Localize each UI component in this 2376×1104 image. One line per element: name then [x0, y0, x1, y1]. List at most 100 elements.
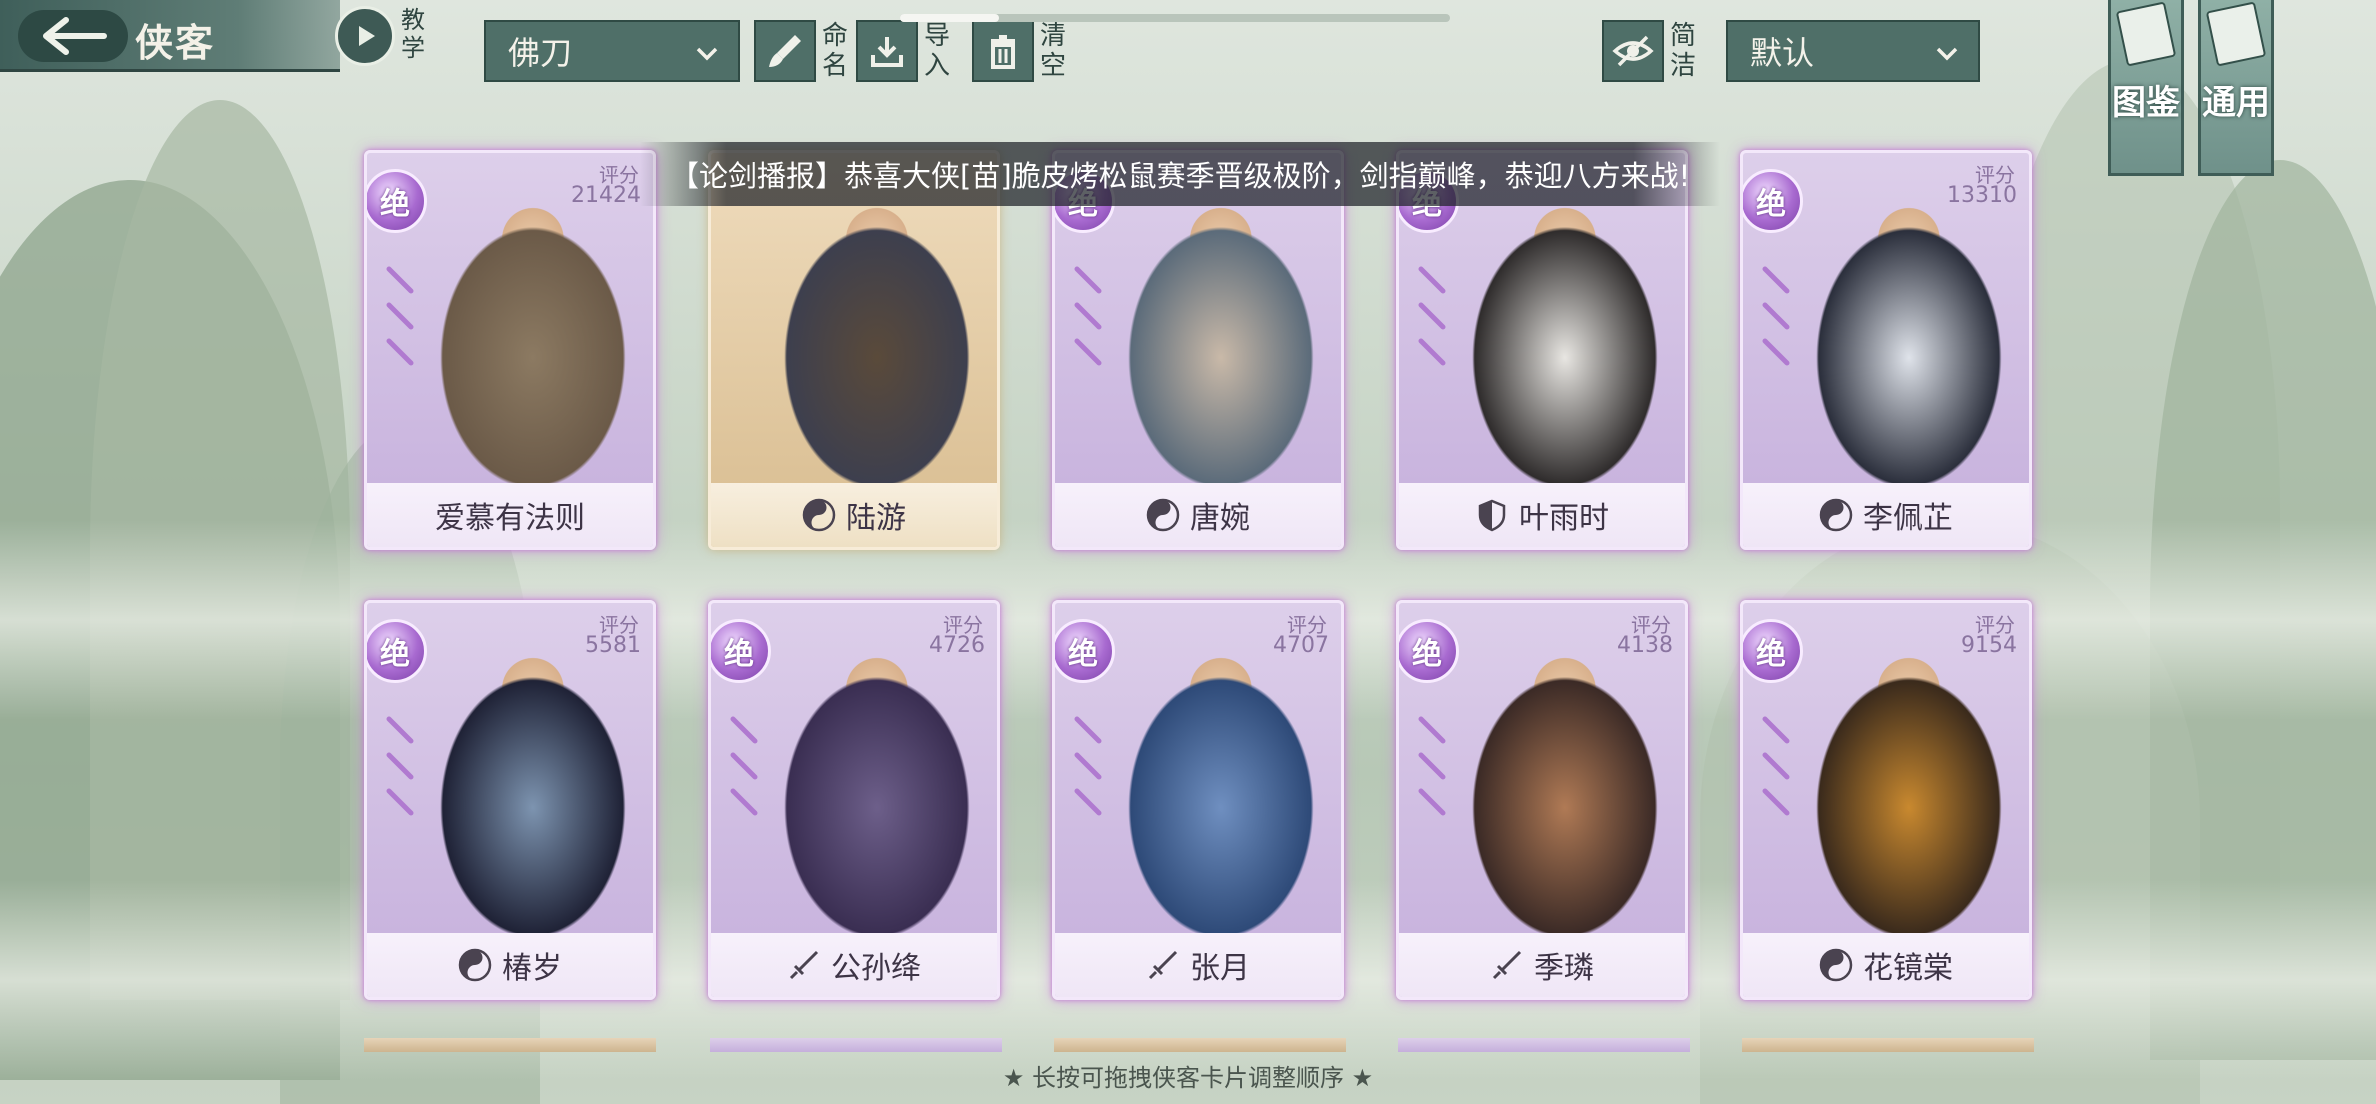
- hero-name-bar: 唐婉: [1055, 483, 1341, 547]
- score-value: 21424: [571, 183, 641, 208]
- hero-name: 公孙绛: [831, 951, 921, 986]
- hero-card[interactable]: 绝叶雨时: [1396, 150, 1688, 550]
- school-filter-dropdown[interactable]: 佛刀: [484, 20, 740, 82]
- rarity-badge: 绝: [711, 619, 771, 683]
- page-title: 侠客: [135, 21, 216, 65]
- rank-swords-icon: [386, 716, 414, 816]
- book-icon: [2115, 1, 2177, 67]
- rank-swords-icon: [386, 266, 414, 366]
- hero-card[interactable]: 绝评分 21424 爱慕有法则: [364, 150, 656, 550]
- rarity-badge: 绝: [1743, 619, 1803, 683]
- download-icon: [856, 20, 918, 82]
- hero-name: 张月: [1190, 951, 1250, 986]
- taiji-icon: [802, 498, 836, 532]
- clear-button[interactable]: 清空: [972, 20, 1070, 82]
- rarity-badge: 绝: [367, 619, 427, 683]
- hero-card[interactable]: 绝评分 13310 李佩芷: [1740, 150, 2032, 550]
- card-row-partial: [710, 1038, 1002, 1052]
- rank-swords-icon: [730, 716, 758, 816]
- rank-swords-icon: [1418, 266, 1446, 366]
- rarity-badge: 绝: [367, 169, 427, 233]
- hero-name-bar: 叶雨时: [1399, 483, 1685, 547]
- header-bar: 侠客: [0, 0, 340, 72]
- hero-name: 爱慕有法则: [435, 501, 585, 536]
- load-progress-bar: [900, 14, 1450, 22]
- rarity-badge: 绝: [1743, 169, 1803, 233]
- rarity-badge: 绝: [1399, 619, 1459, 683]
- hero-name: 季璘: [1534, 951, 1594, 986]
- rename-label: 命名: [822, 21, 849, 81]
- taiji-icon: [1819, 498, 1853, 532]
- simple-mode-label: 简洁: [1670, 21, 1697, 81]
- brush-icon: [754, 20, 816, 82]
- import-button[interactable]: 导入: [856, 20, 954, 82]
- back-button[interactable]: [18, 10, 128, 62]
- hero-name-bar: 公孙绛: [711, 933, 997, 997]
- tutorial-button[interactable]: 教学: [335, 4, 435, 68]
- school-filter-value: 佛刀: [508, 34, 573, 72]
- sort-value: 默认: [1750, 34, 1815, 72]
- trash-icon: [972, 20, 1034, 82]
- hero-card[interactable]: 绝评分 9154 花镜棠: [1740, 600, 2032, 1000]
- scroll-icon: [2205, 1, 2267, 67]
- tab-collection-label: 图鉴: [2112, 83, 2180, 123]
- hero-name: 唐婉: [1190, 501, 1250, 536]
- hero-name: 陆游: [846, 501, 906, 536]
- score-value: 5581: [585, 633, 641, 658]
- tab-general[interactable]: 通用: [2198, 0, 2274, 176]
- hero-name: 花镜棠: [1863, 951, 1953, 986]
- eye-hidden-icon: [1602, 20, 1664, 82]
- card-row-partial: [1054, 1038, 1346, 1052]
- hero-name-bar: 李佩芷: [1743, 483, 2029, 547]
- rank-swords-icon: [1762, 716, 1790, 816]
- hero-name: 椿岁: [502, 951, 562, 986]
- rank-swords-icon: [1418, 716, 1446, 816]
- hero-name: 李佩芷: [1863, 501, 1953, 536]
- hero-card[interactable]: 绝评分 5581 椿岁: [364, 600, 656, 1000]
- back-arrow-icon: [43, 17, 107, 55]
- card-row-partial: [1398, 1038, 1690, 1052]
- rarity-badge: 绝: [1055, 619, 1115, 683]
- hero-name-bar: 花镜棠: [1743, 933, 2029, 997]
- hero-name-bar: 椿岁: [367, 933, 653, 997]
- taiji-icon: [1819, 948, 1853, 982]
- card-row-partial: [1742, 1038, 2034, 1052]
- sort-dropdown[interactable]: 默认: [1726, 20, 1980, 82]
- hero-card[interactable]: 绝评分 4138 季璘: [1396, 600, 1688, 1000]
- clear-label: 清空: [1040, 21, 1067, 81]
- tutorial-label: 教学: [401, 6, 425, 62]
- play-icon: [335, 6, 395, 66]
- hero-card[interactable]: 绝评分 4707 张月: [1052, 600, 1344, 1000]
- import-label: 导入: [924, 21, 951, 81]
- hero-name-bar: 陆游: [711, 483, 997, 547]
- rank-swords-icon: [1074, 716, 1102, 816]
- chevron-down-icon: [1936, 47, 1958, 61]
- score-value: 13310: [1947, 183, 2017, 208]
- sword-icon: [1148, 950, 1178, 980]
- hero-card[interactable]: 绝评分 4726 公孙绛: [708, 600, 1000, 1000]
- score-value: 4726: [929, 633, 985, 658]
- score-value: 4707: [1273, 633, 1329, 658]
- card-row-partial: [364, 1038, 656, 1052]
- taiji-icon: [1146, 498, 1180, 532]
- chevron-down-icon: [696, 47, 718, 61]
- hero-name-bar: 季璘: [1399, 933, 1685, 997]
- hero-card[interactable]: 绝唐婉: [1052, 150, 1344, 550]
- rename-button[interactable]: 命名: [754, 20, 852, 82]
- hero-name-bar: 爱慕有法则: [367, 483, 653, 547]
- tab-general-label: 通用: [2202, 83, 2270, 123]
- rank-swords-icon: [1074, 266, 1102, 366]
- taiji-icon: [458, 948, 492, 982]
- sword-icon: [1492, 950, 1522, 980]
- broadcast-banner: 【论剑播报】恭喜大侠[苗]脆皮烤松鼠赛季晋级极阶，剑指巅峰，恭迎八方来战!: [640, 142, 1720, 206]
- shield-icon: [1478, 499, 1506, 532]
- rank-swords-icon: [1762, 266, 1790, 366]
- hero-name: 叶雨时: [1519, 501, 1609, 536]
- hero-name-bar: 张月: [1055, 933, 1341, 997]
- simple-mode-toggle[interactable]: 简洁: [1602, 20, 1700, 82]
- score-value: 9154: [1961, 633, 2017, 658]
- hero-card[interactable]: 陆游: [708, 150, 1000, 550]
- drag-hint: ★ 长按可拖拽侠客卡片调整顺序 ★: [1002, 1064, 1374, 1092]
- sword-icon: [789, 950, 819, 980]
- tab-collection[interactable]: 图鉴: [2108, 0, 2184, 176]
